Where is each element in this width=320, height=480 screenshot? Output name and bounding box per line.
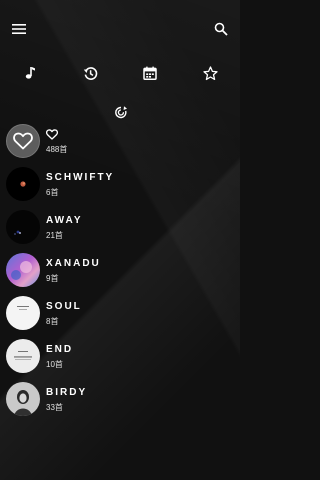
cover-art [11, 261, 32, 280]
search-button[interactable] [212, 20, 230, 38]
playlist-cover [6, 253, 40, 287]
top-app-bar [0, 0, 240, 56]
cover-art [14, 351, 32, 360]
cover-art [17, 306, 29, 310]
category-nav [0, 62, 240, 84]
song-count: 6首 [46, 188, 59, 197]
playlist-cover [6, 382, 40, 416]
song-count: 10首 [46, 360, 63, 369]
playlist-cover [6, 339, 40, 373]
song-count: 33首 [46, 403, 63, 412]
playlist-cover [6, 167, 40, 201]
playlist-title: BIRDY [46, 387, 88, 398]
heart-icon [45, 129, 59, 140]
nav-calendar-button[interactable] [139, 62, 161, 84]
playlist-title: END [46, 344, 74, 355]
playlist-title: SOUL [46, 301, 82, 312]
playlist-list: 488首 SCHWIFTY 6首 AWAY 21首 XANADU 9首 SOUL… [0, 124, 240, 425]
calendar-icon [143, 66, 157, 80]
music-note-icon [25, 67, 35, 79]
list-item[interactable]: AWAY 21首 [0, 210, 240, 253]
cover-art [14, 230, 21, 235]
star-icon [202, 65, 218, 80]
song-count: 488首 [46, 145, 68, 154]
nav-favorites-button[interactable] [199, 62, 221, 84]
list-item[interactable]: END 10首 [0, 339, 240, 382]
menu-icon [12, 24, 26, 34]
history-icon [83, 66, 97, 80]
playlist-cover [6, 210, 40, 244]
list-item[interactable]: XANADU 9首 [0, 253, 240, 296]
cover-art [20, 181, 26, 187]
playlist-title: SCHWIFTY [46, 172, 115, 183]
playlist-cover [6, 296, 40, 330]
playlist-title: XANADU [46, 258, 101, 269]
song-count: 21首 [46, 231, 63, 240]
nav-songs-button[interactable] [19, 62, 41, 84]
play-mode-button[interactable] [112, 103, 130, 121]
list-item[interactable]: SCHWIFTY 6首 [0, 167, 240, 210]
playlist-title: AWAY [46, 215, 83, 226]
nav-history-button[interactable] [79, 62, 101, 84]
list-item[interactable]: SOUL 8首 [0, 296, 240, 339]
list-item[interactable]: BIRDY 33首 [0, 382, 240, 425]
search-icon [214, 22, 228, 36]
playlist-cover [6, 124, 40, 158]
menu-button[interactable] [10, 20, 28, 38]
heart-icon [13, 132, 33, 150]
loop-icon [115, 105, 127, 118]
playlist-title [45, 129, 67, 141]
song-count: 9首 [46, 274, 59, 283]
song-count: 8首 [46, 317, 59, 326]
list-item[interactable]: 488首 [0, 124, 240, 167]
cover-art [14, 390, 32, 416]
